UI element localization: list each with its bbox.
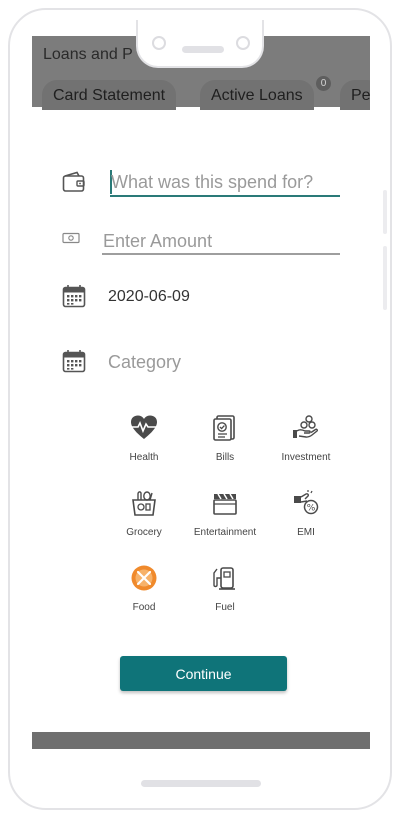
category-grocery[interactable]: Grocery	[99, 489, 189, 553]
description-input[interactable]: What was this spend for?	[111, 172, 313, 193]
tab-badge: 0	[316, 76, 331, 91]
category-label: Grocery	[126, 527, 162, 538]
category-label: Health	[129, 452, 159, 463]
tab-more[interactable]: Pe	[340, 80, 370, 110]
category-entertainment[interactable]: Entertainment	[180, 489, 270, 553]
camera-icon	[152, 36, 166, 50]
home-indicator	[141, 780, 261, 787]
continue-button[interactable]: Continue	[120, 656, 287, 691]
heart-pulse-icon	[131, 415, 157, 439]
page-title: Loans and P	[43, 46, 133, 63]
fuel-pump-icon	[213, 567, 235, 590]
category-bills[interactable]: Bills	[180, 414, 270, 478]
category-fuel[interactable]: Fuel	[180, 564, 270, 628]
date-field[interactable]: 2020-06-09	[108, 288, 190, 306]
bill-icon	[213, 415, 235, 441]
speaker-grille	[182, 46, 224, 53]
category-label: Fuel	[215, 602, 235, 613]
camera-notch	[136, 20, 264, 68]
category-label: Food	[132, 602, 156, 613]
calendar-icon	[62, 350, 86, 373]
amount-row: Enter Amount	[32, 222, 370, 262]
category-label: Bills	[215, 452, 235, 463]
clapperboard-icon	[213, 493, 237, 515]
category-emi[interactable]: % EMI	[261, 489, 351, 553]
category-investment[interactable]: Investment	[261, 414, 351, 478]
amount-input[interactable]: Enter Amount	[103, 231, 212, 252]
amount-underline	[102, 253, 340, 255]
calendar-icon	[62, 285, 86, 308]
date-row: 2020-06-09	[32, 280, 370, 320]
category-food[interactable]: Food	[99, 564, 189, 628]
category-label: Entertainment	[193, 527, 257, 538]
category-label: EMI	[297, 527, 315, 538]
food-icon	[131, 565, 157, 591]
description-underline	[110, 195, 340, 197]
wallet-icon	[62, 171, 85, 192]
svg-text:%: %	[307, 504, 316, 514]
tab-active-loans[interactable]: Active Loans	[200, 80, 314, 110]
category-health[interactable]: Health	[99, 414, 189, 478]
category-row: Category	[32, 345, 370, 385]
grocery-bag-icon	[132, 491, 156, 516]
investment-icon	[293, 415, 319, 438]
sensor-icon	[236, 36, 250, 50]
category-label: Investment	[281, 452, 331, 463]
bottom-nav-bar	[32, 732, 370, 749]
tab-card-statement[interactable]: Card Statement	[42, 80, 177, 110]
description-row: What was this spend for?	[32, 164, 370, 204]
app-screen: Loans and P Card Statement Active Loans …	[32, 36, 370, 749]
emi-icon: %	[294, 490, 319, 515]
volume-button	[383, 190, 387, 234]
cash-icon	[62, 232, 80, 244]
category-field[interactable]: Category	[108, 352, 181, 373]
power-button	[383, 246, 387, 310]
